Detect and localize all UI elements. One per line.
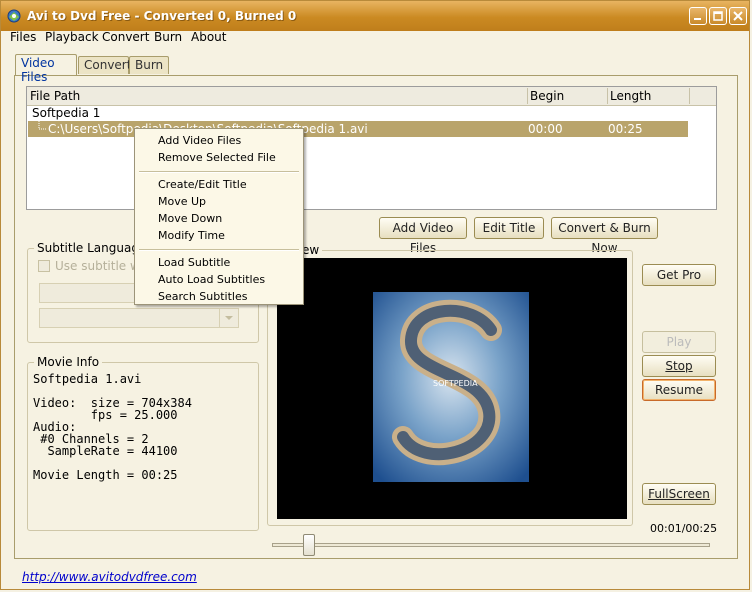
seek-track[interactable] <box>272 543 710 547</box>
file-group-row[interactable]: Softpedia 1 <box>32 106 100 120</box>
ctx-separator <box>139 249 299 251</box>
use-subtitle-checkbox[interactable] <box>38 260 50 272</box>
menu-files[interactable]: Files <box>10 30 36 44</box>
selected-file-row[interactable]: C:\Users\Softpedia\Desktop\Softpedia\Sof… <box>28 121 688 137</box>
ctx-move-down[interactable]: Move Down <box>158 212 222 225</box>
ctx-modify-time[interactable]: Modify Time <box>158 229 225 242</box>
dropdown-arrow[interactable] <box>219 309 238 327</box>
file-begin-cell: 00:00 <box>528 122 563 136</box>
ctx-move-up[interactable]: Move Up <box>158 195 206 208</box>
play-button[interactable]: Play <box>642 331 716 353</box>
playback-time: 00:01/00:25 <box>650 522 718 535</box>
minimize-button[interactable] <box>689 7 707 25</box>
tab-video-files[interactable]: Video Files <box>15 54 77 84</box>
app-window: Avi to Dvd Free - Converted 0, Burned 0 … <box>0 0 750 590</box>
info-line: Softpedia 1.avi <box>33 372 142 386</box>
movie-info-text: Softpedia 1.avi Video: size = 704x384 fps… <box>33 373 192 481</box>
video-frame: SOFTPEDIA <box>373 292 529 482</box>
tab-convert[interactable]: Convert <box>78 56 131 74</box>
app-icon <box>7 9 21 23</box>
window-title: Avi to Dvd Free - Converted 0, Burned 0 <box>27 9 297 23</box>
ctx-create-edit-title[interactable]: Create/Edit Title <box>158 178 247 191</box>
get-pro-button[interactable]: Get Pro <box>642 264 716 286</box>
column-length[interactable]: Length <box>610 89 651 103</box>
seek-thumb[interactable] <box>303 534 315 556</box>
resume-button[interactable]: Resume <box>642 379 716 401</box>
ctx-search-subtitles[interactable]: Search Subtitles <box>158 290 247 303</box>
ctx-remove-selected-file[interactable]: Remove Selected File <box>158 151 276 164</box>
ctx-add-video-files[interactable]: Add Video Files <box>158 134 241 147</box>
ctx-separator <box>139 171 299 173</box>
title-bar[interactable]: Avi to Dvd Free - Converted 0, Burned 0 <box>1 1 749 31</box>
add-video-files-button[interactable]: Add Video Files <box>379 217 467 255</box>
edit-title-button[interactable]: Edit Title <box>474 217 544 239</box>
subtitle-group-label: Subtitle Language <box>34 241 150 255</box>
video-preview[interactable]: SOFTPEDIA <box>277 258 627 519</box>
convert-burn-now-button[interactable]: Convert & Burn Now <box>551 217 658 255</box>
menu-about[interactable]: About <box>191 30 226 44</box>
stop-button[interactable]: Stop <box>642 355 716 377</box>
menu-bar: Files Playback Convert Burn About <box>1 30 749 48</box>
tree-branch-icon <box>38 121 47 130</box>
column-begin[interactable]: Begin <box>530 89 564 103</box>
menu-convert[interactable]: Convert <box>102 30 149 44</box>
fullscreen-button[interactable]: FullScreen <box>642 483 716 505</box>
close-button[interactable] <box>729 7 747 25</box>
close-icon <box>733 11 743 21</box>
column-file-path[interactable]: File Path <box>30 89 80 103</box>
website-link[interactable]: http://www.avitodvdfree.com <box>22 570 197 584</box>
file-list-header: File Path Begin Length <box>27 87 716 106</box>
file-list[interactable]: File Path Begin Length Softpedia 1 C:\Us… <box>26 86 717 210</box>
tab-burn[interactable]: Burn <box>129 56 169 74</box>
maximize-button[interactable] <box>709 7 727 25</box>
ctx-load-subtitle[interactable]: Load Subtitle <box>158 256 230 269</box>
menu-burn[interactable]: Burn <box>154 30 182 44</box>
maximize-icon <box>713 11 723 21</box>
movie-info-label: Movie Info <box>34 355 103 369</box>
ctx-auto-load-subtitles[interactable]: Auto Load Subtitles <box>158 273 265 286</box>
info-line: SampleRate = 44100 <box>33 444 178 458</box>
file-length-cell: 00:25 <box>608 122 643 136</box>
context-menu: Add Video Files Remove Selected File Cre… <box>134 128 304 305</box>
info-line: Movie Length = 00:25 <box>33 468 178 482</box>
subtitle-language-select[interactable] <box>39 308 239 328</box>
chevron-down-icon <box>225 316 233 320</box>
menu-playback[interactable]: Playback <box>45 30 99 44</box>
minimize-icon <box>694 18 701 20</box>
video-watermark: SOFTPEDIA <box>433 379 478 388</box>
